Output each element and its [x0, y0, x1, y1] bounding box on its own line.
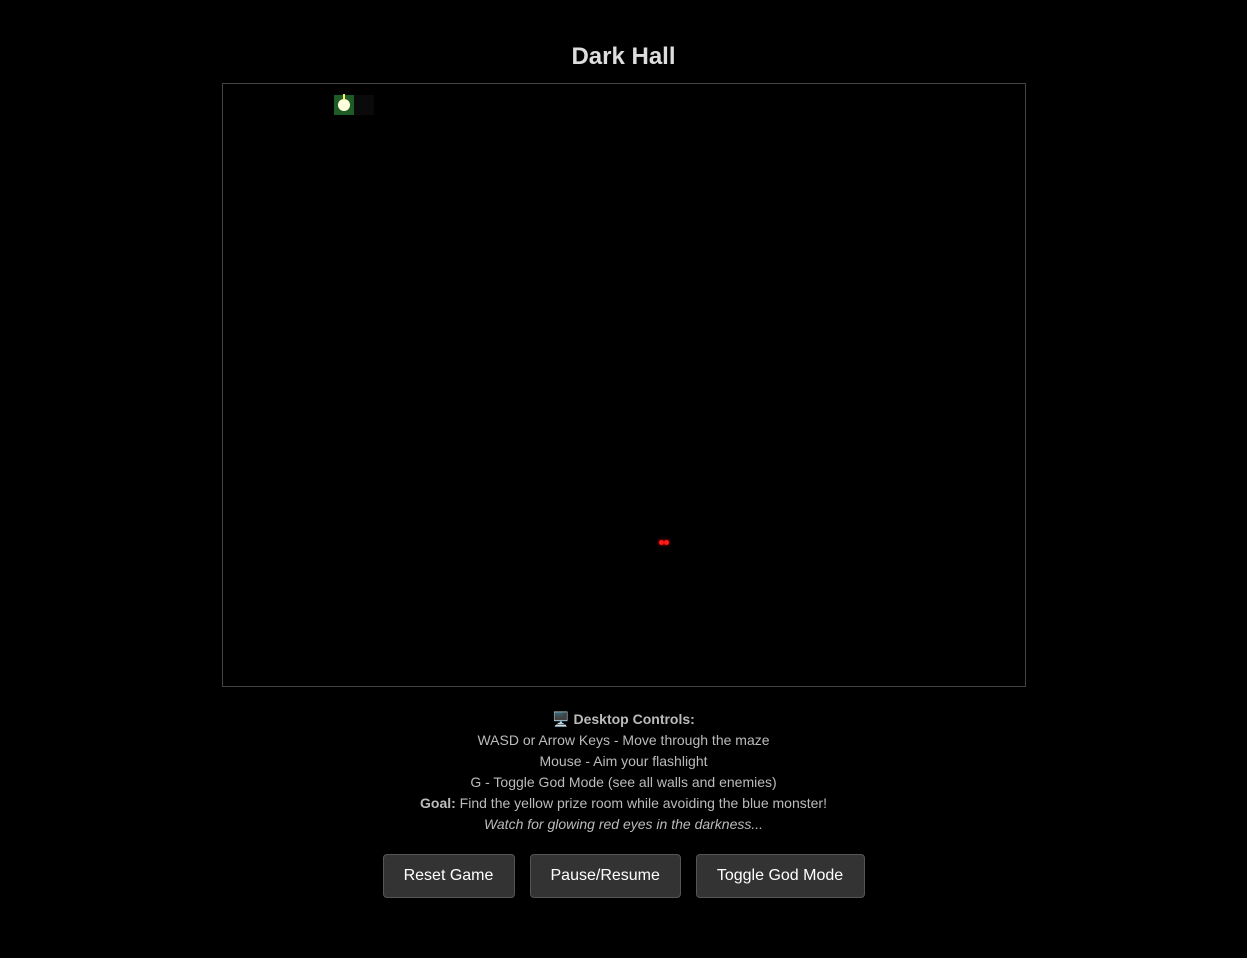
toggle-god-mode-button[interactable]: Toggle God Mode: [695, 854, 865, 898]
player-tile: [334, 94, 354, 115]
player-icon: [338, 99, 350, 111]
reset-game-button[interactable]: Reset Game: [382, 854, 515, 898]
controls-heading-line: 🖥️ Desktop Controls:: [0, 709, 1247, 730]
button-bar: Reset Game Pause/Resume Toggle God Mode: [0, 854, 1247, 898]
control-god-mode: G - Toggle God Mode (see all walls and e…: [470, 774, 777, 790]
controls-panel: 🖥️ Desktop Controls: WASD or Arrow Keys …: [0, 709, 1247, 835]
controls-heading: Desktop Controls:: [573, 711, 695, 727]
pause-resume-button[interactable]: Pause/Resume: [529, 854, 681, 898]
control-move: WASD or Arrow Keys - Move through the ma…: [477, 732, 770, 748]
enemy-red-eyes: [659, 540, 671, 546]
game-canvas[interactable]: [222, 83, 1026, 687]
page-title: Dark Hall: [571, 43, 676, 70]
goal-line: Goal: Find the yellow prize room while a…: [0, 793, 1247, 814]
game-page: Dark Hall 🖥️ Desktop Controls: WASD or A…: [0, 0, 1247, 958]
control-aim: Mouse - Aim your flashlight: [539, 753, 708, 769]
desktop-icon: 🖥️: [552, 711, 570, 727]
flashlight-aim-indicator: [343, 94, 345, 100]
flashlight-glow: [354, 95, 374, 115]
hint-text: Watch for glowing red eyes in the darkne…: [483, 816, 764, 832]
goal-text: Find the yellow prize room while avoidin…: [455, 795, 827, 811]
goal-label: Goal:: [420, 795, 456, 811]
enemy-eye-right-icon: [664, 540, 669, 545]
